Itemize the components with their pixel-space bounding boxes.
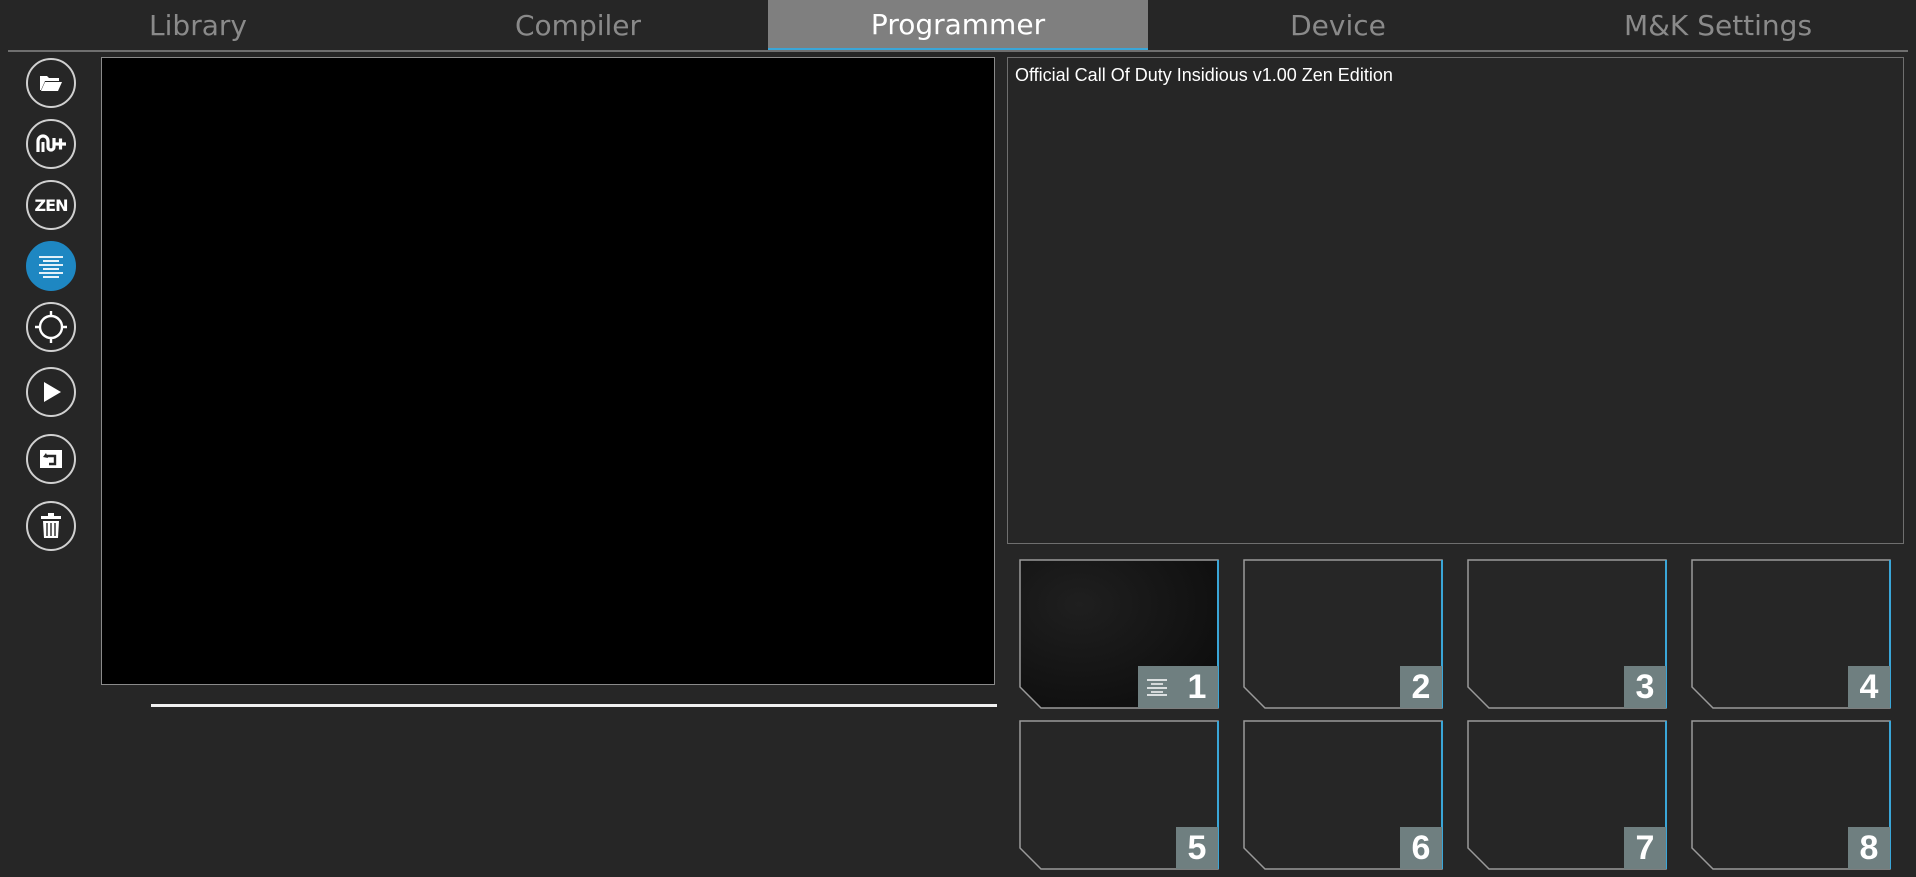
slot-4[interactable]: 4 [1691, 559, 1891, 709]
tab-compiler[interactable]: Compiler [388, 0, 768, 50]
folder-open-icon [40, 76, 62, 91]
slot-number: 3 [1624, 666, 1666, 708]
align-center-lines-icon [39, 256, 63, 278]
zen-icon: ZEN [34, 195, 69, 215]
slot-number: 5 [1176, 827, 1218, 869]
tab-library[interactable]: Library [8, 0, 388, 50]
slot-5[interactable]: 5 [1019, 720, 1219, 870]
sync-button[interactable] [26, 302, 76, 352]
crosshair-sync-icon [35, 311, 67, 343]
gamepack-plus-icon [36, 134, 66, 152]
delete-button[interactable] [26, 501, 76, 551]
run-button[interactable] [26, 367, 76, 417]
slot-6[interactable]: 6 [1243, 720, 1443, 870]
slot-number: 7 [1624, 827, 1666, 869]
slot-2[interactable]: 2 [1243, 559, 1443, 709]
restore-button[interactable] [26, 434, 76, 484]
tab-device[interactable]: Device [1148, 0, 1528, 50]
tab-programmer[interactable]: Programmer [768, 0, 1148, 50]
main-tab-bar: Library Compiler Programmer Device M&K S… [8, 0, 1908, 52]
window-restore-icon [40, 450, 62, 468]
script-info-panel: Official Call Of Duty Insidious v1.00 Ze… [1007, 57, 1904, 544]
script-info-text: Official Call Of Duty Insidious v1.00 Ze… [1015, 65, 1393, 85]
trash-icon [41, 513, 61, 538]
progress-bar-fill [151, 704, 997, 707]
tab-mk-settings[interactable]: M&K Settings [1528, 0, 1908, 50]
align-center-lines-icon [1147, 679, 1167, 696]
slot-3[interactable]: 3 [1467, 559, 1667, 709]
slot-number: 4 [1848, 666, 1890, 708]
device-display-screen [101, 57, 995, 685]
slot-number: 8 [1848, 827, 1890, 869]
slot-7[interactable]: 7 [1467, 720, 1667, 870]
app-window: Library Compiler Programmer Device M&K S… [0, 0, 1916, 877]
slot-number: 6 [1400, 827, 1442, 869]
slot-8[interactable]: 8 [1691, 720, 1891, 870]
slot-number: 1 [1176, 666, 1218, 708]
slot-1-indicator [1138, 666, 1176, 708]
list-view-button[interactable] [26, 241, 76, 291]
zen-button[interactable]: ZEN [26, 180, 76, 230]
slot-1[interactable]: 1 [1019, 559, 1219, 709]
slot-number: 2 [1400, 666, 1442, 708]
progress-bar [151, 704, 997, 707]
add-script-button[interactable] [26, 119, 76, 169]
open-folder-button[interactable] [26, 58, 76, 108]
play-icon [44, 382, 61, 402]
